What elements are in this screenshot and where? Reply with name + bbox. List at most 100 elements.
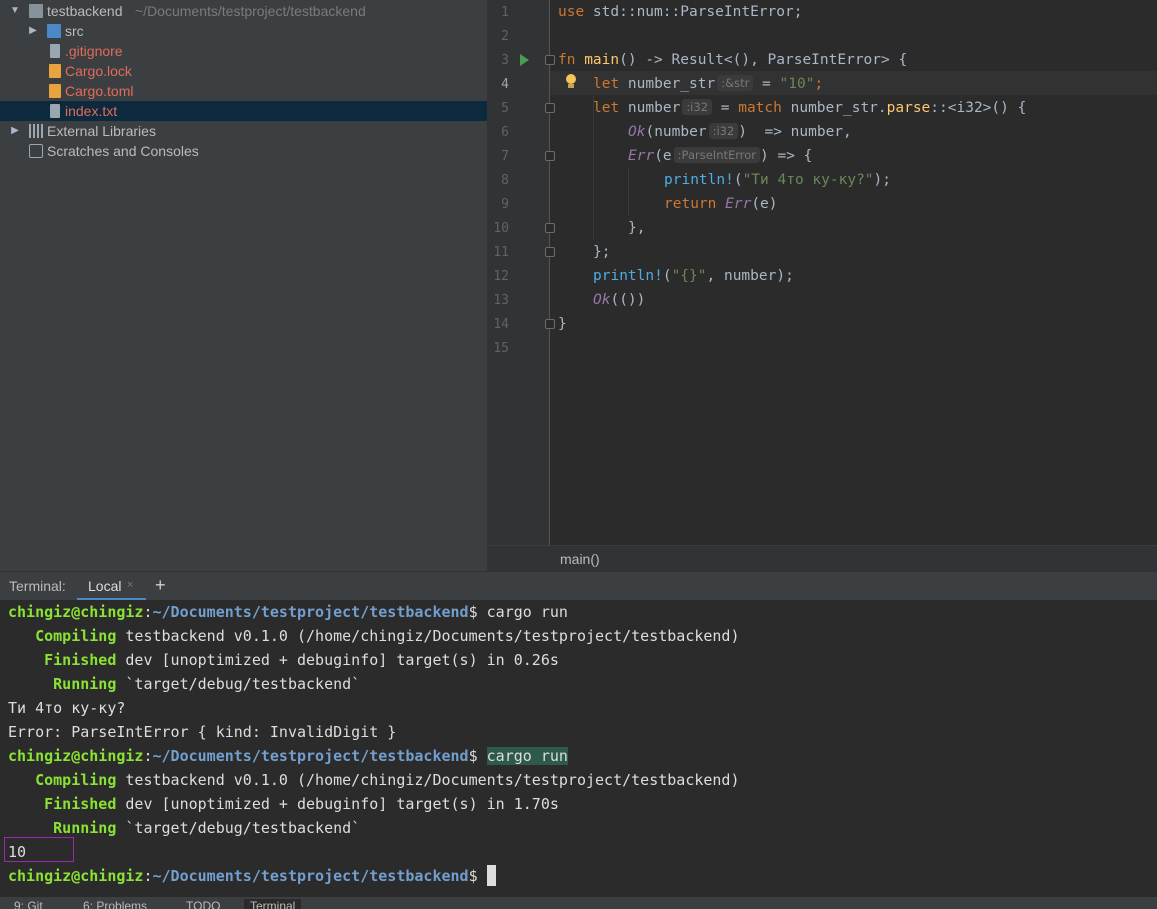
code-text: } [558,316,567,332]
chevron-down-icon[interactable]: ▼ [9,1,21,21]
status-text: dev [unoptimized + debuginfo] target(s) … [116,795,559,813]
chevron-right-icon[interactable]: ▶ [9,121,21,141]
code-line-9[interactable]: return Err(e) [664,192,778,216]
code-text: (e) [751,196,778,212]
string-literal: "Ти 4то ку-ку?" [742,172,874,188]
text-file-icon [50,104,60,118]
terminal-line: Finished dev [unoptimized + debuginfo] t… [8,792,559,816]
fold-marker-icon[interactable] [545,55,555,65]
code-line-10[interactable]: }, [628,216,645,240]
terminal-cursor [486,865,496,886]
status-keyword: Finished [44,795,117,813]
line-number: 2 [501,29,509,44]
type-hint: :i32 [682,99,713,115]
line-number: 3 [501,53,509,68]
tree-item-external-libraries[interactable]: ▶ External Libraries [0,121,487,141]
line-number: 10 [493,221,509,236]
tab-local[interactable]: Local × [77,572,146,601]
chevron-right-icon[interactable]: ▶ [27,21,39,41]
tree-item-label: External Libraries [47,123,156,139]
code-line-7[interactable]: Err(e:ParseIntError) => { [628,144,812,168]
code-line-14[interactable]: } [558,312,567,336]
enum-variant: Ok [593,292,611,308]
toolbar-git[interactable]: 9: Git [14,899,43,909]
status-text: `target/debug/testbackend` [116,675,361,693]
root-name: testbackend [47,3,123,19]
tree-item-label: Cargo.toml [65,83,134,99]
editor-gutter: 1 2 3 4 5 6 7 8 9 10 11 12 13 14 15 [487,0,549,545]
breadcrumb-item[interactable]: main() [560,551,600,567]
prompt-separator: : [143,603,153,621]
code-line-12[interactable]: println!("{}", number); [593,264,794,288]
project-tool-window: ▼ testbackend ~/Documents/testproject/te… [0,0,487,571]
code-text: std::num::ParseIntError; [584,4,803,20]
macro-name: println! [593,268,663,284]
tree-item-src[interactable]: ▶ src [0,21,487,41]
tree-item-index-txt[interactable]: index.txt [0,101,487,121]
code-text: ) => number, [738,124,852,140]
method-name: parse [886,100,931,116]
terminal-line: Compiling testbackend v0.1.0 (/home/chin… [8,624,740,648]
code-line-8[interactable]: println!("Ти 4то ку-ку?"); [664,168,891,192]
line-number: 7 [501,149,509,164]
tree-item-scratches[interactable]: Scratches and Consoles [0,141,487,161]
terminal-line: chingiz@chingiz:~/Documents/testproject/… [8,744,568,768]
terminal-line: Ти 4то ку-ку? [8,699,126,717]
status-text: testbackend v0.1.0 (/home/chingiz/Docume… [116,627,740,645]
code-text: () -> Result<(), ParseIntError> { [619,52,908,68]
line-number: 1 [501,5,509,20]
toolbar-todo[interactable]: TODO [186,899,220,909]
fold-marker-icon[interactable] [545,223,555,233]
toolbar-terminal[interactable]: Terminal [244,899,302,909]
close-icon[interactable]: × [127,579,133,591]
keyword: use [558,4,585,20]
enum-variant: Err [628,148,655,164]
tree-item-label: Scratches and Consoles [47,143,199,159]
status-text: testbackend v0.1.0 (/home/chingiz/Docume… [116,771,740,789]
keyword: return [664,196,717,212]
run-gutter-icon[interactable] [520,54,529,66]
line-number: 15 [493,341,509,356]
line-number: 6 [501,125,509,140]
fold-marker-icon[interactable] [545,151,555,161]
code-line-13[interactable]: Ok(()) [593,288,645,312]
cargo-file-icon [49,64,61,78]
code-text: (()) [610,292,646,308]
breadcrumb[interactable]: main() [487,545,1157,572]
add-tab-button[interactable]: + [155,575,166,596]
prompt-path: ~/Documents/testproject/testbackend [152,603,469,621]
code-line-3[interactable]: fn main() -> Result<(), ParseIntError> { [558,48,907,72]
code-text: number_str [619,76,716,92]
prompt-dollar: $ [468,603,487,621]
folder-icon [29,4,43,18]
code-editor[interactable]: 1 2 3 4 5 6 7 8 9 10 11 12 13 14 15 use … [487,0,1157,545]
terminal-output[interactable]: chingiz@chingiz:~/Documents/testproject/… [0,600,1157,897]
keyword: match [738,100,782,116]
code-line-11[interactable]: }; [593,240,610,264]
tree-item-label: index.txt [65,103,118,119]
status-text: dev [unoptimized + debuginfo] target(s) … [116,651,559,669]
fold-marker-icon[interactable] [545,319,555,329]
code-line-1[interactable]: use std::num::ParseIntError; [558,0,802,24]
macro-name: println! [664,172,734,188]
fold-marker-icon[interactable] [545,247,555,257]
prompt-dollar: $ [468,867,487,885]
code-text: ::<i32>() { [930,100,1027,116]
line-number: 4 [501,77,509,92]
tree-item-gitignore[interactable]: .gitignore [0,41,487,61]
code-line-5[interactable]: let number:i32 = match number_str.parse:… [593,96,1026,120]
prompt-separator: : [143,867,153,885]
fold-marker-icon[interactable] [545,103,555,113]
code-line-4[interactable]: let number_str:&str = "10"; [593,72,823,96]
code-text: (e [654,148,672,164]
command-text: cargo run [486,747,568,765]
toolbar-problems[interactable]: 6: Problems [83,899,147,909]
tree-item-cargo-lock[interactable]: Cargo.lock [0,61,487,81]
code-line-6[interactable]: Ok(number:i32) => number, [628,120,852,144]
code-text: , number); [706,268,794,284]
tree-item-cargo-toml[interactable]: Cargo.toml [0,81,487,101]
enum-variant: Ok [628,124,646,140]
tree-root[interactable]: ▼ testbackend ~/Documents/testproject/te… [0,1,487,21]
lightbulb-icon[interactable] [565,74,577,90]
